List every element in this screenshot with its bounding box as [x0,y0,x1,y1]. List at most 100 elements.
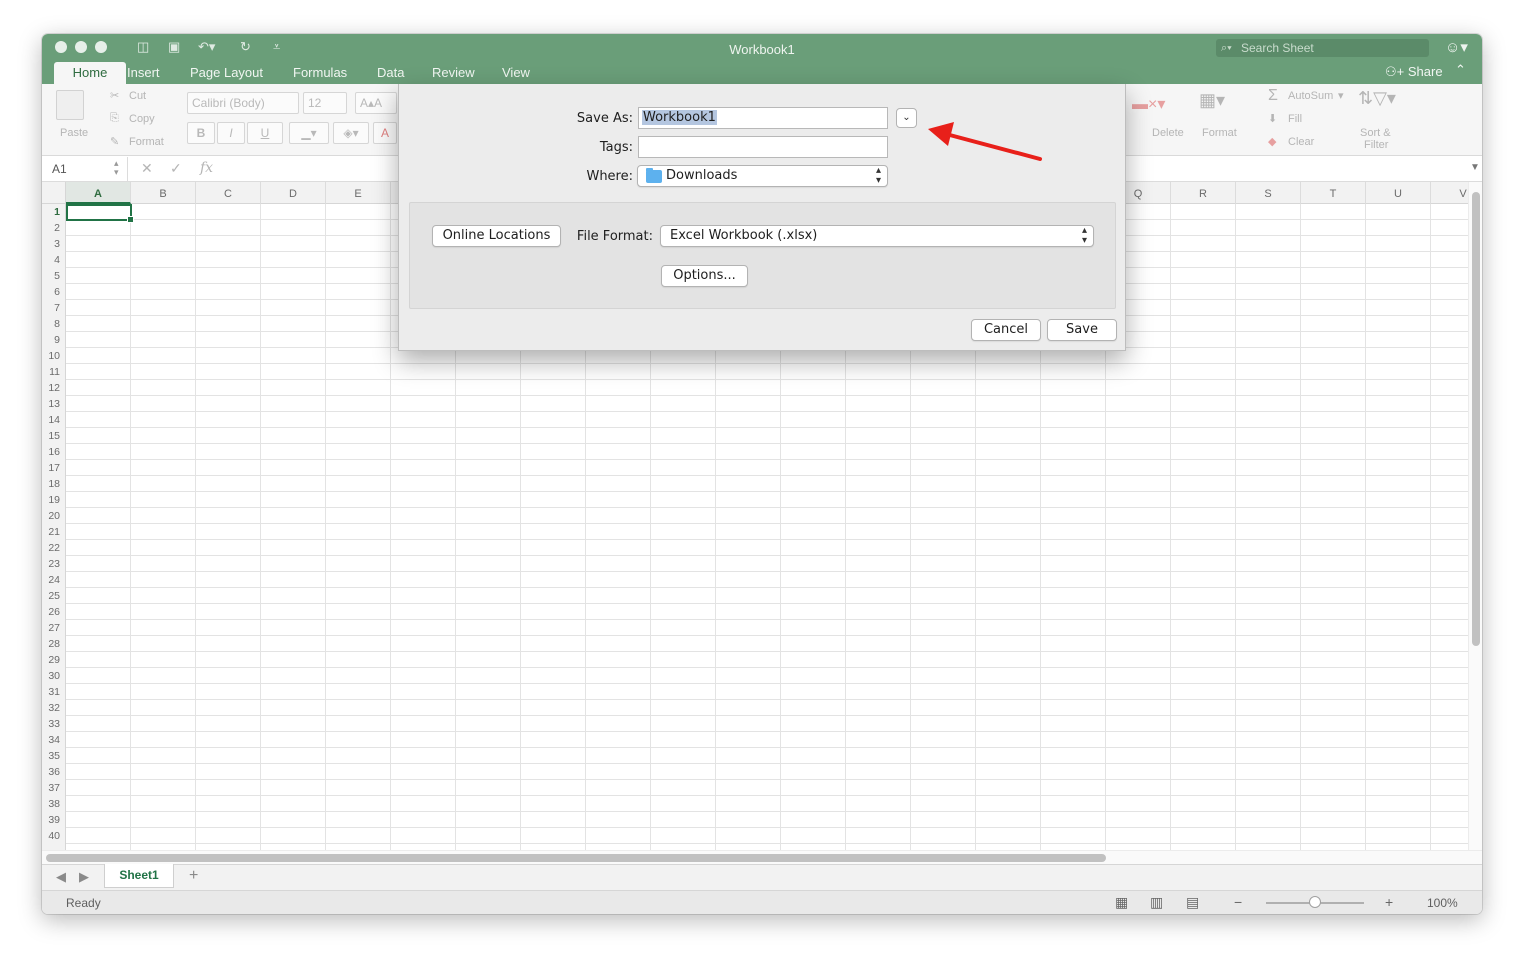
online-locations-button[interactable]: Online Locations [432,225,561,247]
row-header-15[interactable]: 15 [42,428,66,444]
tags-input[interactable] [638,136,888,158]
row-header-7[interactable]: 7 [42,300,66,316]
row-header-2[interactable]: 2 [42,220,66,236]
zoom-in-button[interactable]: + [1385,894,1393,910]
normal-view-icon[interactable]: ▦ [1115,894,1128,911]
collapse-ribbon-icon[interactable]: ⌃ [1455,62,1466,78]
column-header-a[interactable]: A [66,182,131,204]
row-header-23[interactable]: 23 [42,556,66,572]
page-layout-view-icon[interactable]: ▥ [1150,894,1163,911]
row-header-18[interactable]: 18 [42,476,66,492]
select-all-corner[interactable] [42,182,66,204]
row-header-39[interactable]: 39 [42,812,66,828]
autosum-button[interactable]: AutoSum [1288,90,1333,102]
italic-button[interactable]: I [217,122,245,144]
column-header-s[interactable]: S [1236,182,1301,204]
column-header-b[interactable]: B [131,182,196,204]
row-header-3[interactable]: 3 [42,236,66,252]
sort-filter-icon[interactable]: ⇅▽▾ [1358,88,1396,109]
format-cells-icon[interactable]: ▦▾ [1199,90,1225,111]
copy-button[interactable]: Copy [129,113,155,125]
format-cells-button[interactable]: Format [1202,127,1237,139]
row-header-29[interactable]: 29 [42,652,66,668]
row-header-35[interactable]: 35 [42,748,66,764]
row-header-14[interactable]: 14 [42,412,66,428]
search-sheet-input[interactable]: ⌕▾ Search Sheet [1216,39,1429,57]
clipboard-icon[interactable] [56,90,84,120]
expand-formula-bar-icon[interactable]: ▼ [1470,162,1480,173]
row-header-30[interactable]: 30 [42,668,66,684]
row-header-4[interactable]: 4 [42,252,66,268]
page-break-view-icon[interactable]: ▤ [1186,894,1199,911]
column-header-c[interactable]: C [196,182,261,204]
row-header-6[interactable]: 6 [42,284,66,300]
zoom-level[interactable]: 100% [1427,896,1458,910]
row-header-10[interactable]: 10 [42,348,66,364]
horizontal-scrollbar[interactable] [46,854,1106,862]
cancel-entry-icon[interactable]: ✕ [141,160,153,177]
tab-data[interactable]: Data [377,65,404,80]
font-color-icon[interactable]: A [373,122,397,144]
row-header-17[interactable]: 17 [42,460,66,476]
font-name-select[interactable]: Calibri (Body) [187,92,299,114]
row-header-13[interactable]: 13 [42,396,66,412]
delete-cells-icon[interactable]: ▬×▾ [1132,94,1165,114]
row-header-22[interactable]: 22 [42,540,66,556]
expand-dialog-button[interactable]: ⌄ [896,108,917,128]
name-box-stepper-icon[interactable]: ▴ ▾ [114,159,119,177]
row-header-34[interactable]: 34 [42,732,66,748]
row-header-36[interactable]: 36 [42,764,66,780]
row-header-24[interactable]: 24 [42,572,66,588]
save-as-input[interactable]: Workbook1 [638,107,888,129]
font-size-select[interactable]: 12 [303,92,347,114]
insert-function-button[interactable]: fx [200,160,213,176]
tab-view[interactable]: View [502,65,530,80]
tab-insert[interactable]: Insert [127,65,160,80]
grow-font-icon[interactable]: A▴A [355,92,397,114]
column-header-u[interactable]: U [1366,182,1431,204]
row-header-31[interactable]: 31 [42,684,66,700]
delete-button[interactable]: Delete [1152,127,1184,139]
fill-button[interactable]: Fill [1288,113,1302,125]
row-header-28[interactable]: 28 [42,636,66,652]
options-button[interactable]: Options... [661,265,748,287]
format-painter-button[interactable]: Format [129,136,164,148]
feedback-smiley-icon[interactable]: ☺▾ [1445,38,1468,56]
add-sheet-button[interactable]: + [189,867,198,885]
row-header-37[interactable]: 37 [42,780,66,796]
vertical-scrollbar[interactable] [1472,192,1480,646]
previous-sheet-icon[interactable]: ◀ [56,869,66,885]
row-header-12[interactable]: 12 [42,380,66,396]
clear-button[interactable]: Clear [1288,136,1314,148]
fill-color-icon[interactable]: ◈▾ [333,122,369,144]
underline-button[interactable]: U [247,122,283,144]
borders-icon[interactable]: ▁▾ [289,122,329,144]
row-header-27[interactable]: 27 [42,620,66,636]
bold-button[interactable]: B [187,122,215,144]
file-format-select[interactable]: Excel Workbook (.xlsx) ▴ ▾ [660,225,1094,247]
row-header-5[interactable]: 5 [42,268,66,284]
column-header-d[interactable]: D [261,182,326,204]
zoom-out-button[interactable]: − [1234,894,1242,910]
row-header-25[interactable]: 25 [42,588,66,604]
save-button[interactable]: Save [1047,319,1117,341]
autosum-dropdown-icon[interactable]: ▾ [1338,89,1344,102]
row-header-20[interactable]: 20 [42,508,66,524]
tab-formulas[interactable]: Formulas [293,65,347,80]
row-header-1[interactable]: 1 [42,204,66,220]
column-header-e[interactable]: E [326,182,391,204]
column-header-t[interactable]: T [1301,182,1366,204]
confirm-entry-icon[interactable]: ✓ [170,160,182,177]
row-header-21[interactable]: 21 [42,524,66,540]
row-header-40[interactable]: 40 [42,828,66,844]
row-header-16[interactable]: 16 [42,444,66,460]
share-button[interactable]: ⚇+ Share [1385,64,1443,80]
row-header-33[interactable]: 33 [42,716,66,732]
sheet-tab-sheet1[interactable]: Sheet1 [104,864,174,888]
active-cell-a1[interactable] [66,204,134,223]
row-header-8[interactable]: 8 [42,316,66,332]
next-sheet-icon[interactable]: ▶ [79,869,89,885]
row-header-32[interactable]: 32 [42,700,66,716]
cut-button[interactable]: Cut [129,90,146,102]
row-header-26[interactable]: 26 [42,604,66,620]
